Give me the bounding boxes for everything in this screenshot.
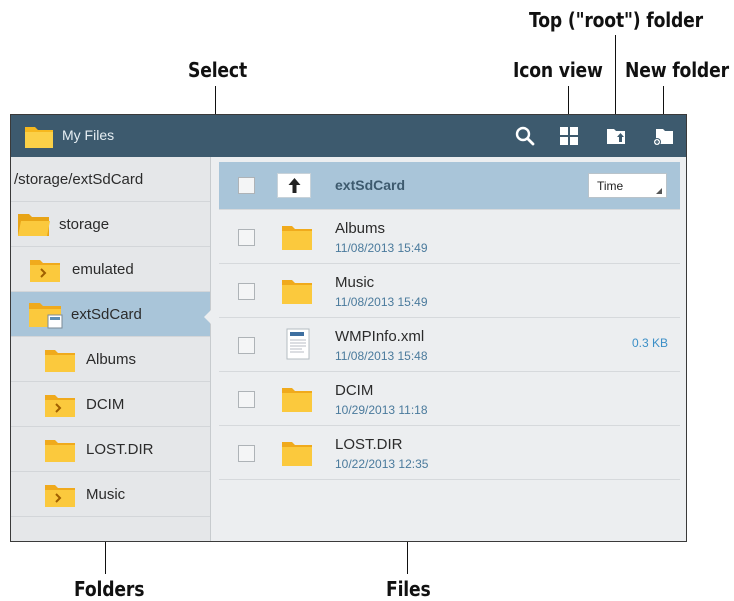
- icon-view-icon[interactable]: [557, 124, 581, 148]
- folder-arrow-icon: [45, 485, 75, 507]
- file-date: 10/29/2013 11:18: [335, 403, 428, 417]
- folder-icon: [282, 442, 312, 466]
- folder-icon: [282, 388, 312, 412]
- select-checkbox[interactable]: [238, 229, 255, 246]
- file-name: Albums: [335, 220, 386, 237]
- current-folder-row: extSdCard Time: [219, 162, 680, 210]
- select-checkbox[interactable]: [238, 445, 255, 462]
- callout-select: Select: [188, 58, 248, 82]
- my-files-app: My Files /storage/extSdCard storage emul…: [10, 114, 687, 542]
- sidebar-item-label: Albums: [86, 351, 137, 368]
- folder-tree-pane: /storage/extSdCard storage emulated extS…: [11, 157, 211, 541]
- title-bar: My Files: [11, 115, 686, 157]
- callout-folders: Folders: [74, 577, 145, 601]
- file-row-music[interactable]: Music 11/08/2013 15:49: [219, 264, 680, 318]
- select-all-checkbox[interactable]: [238, 177, 255, 194]
- sidebar-item-dcim[interactable]: DCIM: [11, 382, 210, 427]
- sidebar-item-extsdcard[interactable]: extSdCard: [11, 292, 210, 337]
- selection-pointer: [204, 309, 212, 325]
- up-arrow-icon: [288, 178, 301, 193]
- file-row-dcim[interactable]: DCIM 10/29/2013 11:18: [219, 372, 680, 426]
- sidebar-item-label: storage: [59, 216, 110, 233]
- current-folder-name: extSdCard: [335, 177, 406, 193]
- folder-icon: [45, 350, 75, 372]
- folder-icon: [45, 440, 75, 462]
- folder-arrow-icon: [45, 395, 75, 417]
- file-size: 0.3 KB: [631, 336, 668, 350]
- sidebar-item-music[interactable]: Music: [11, 472, 210, 517]
- html-file-icon: [286, 328, 310, 360]
- file-name: DCIM: [335, 382, 374, 399]
- select-checkbox[interactable]: [238, 337, 255, 354]
- file-name: LOST.DIR: [335, 436, 403, 453]
- file-date: 11/08/2013 15:49: [335, 295, 428, 309]
- leader-line-top-root: [615, 35, 616, 123]
- my-files-app-icon: [25, 127, 53, 148]
- sidebar-item-label: emulated: [72, 261, 134, 278]
- sidebar-item-albums[interactable]: Albums: [11, 337, 210, 382]
- file-row-albums[interactable]: Albums 11/08/2013 15:49: [219, 210, 680, 264]
- sidebar-item-label: DCIM: [86, 396, 125, 413]
- folder-icon: [282, 280, 312, 304]
- sort-dropdown[interactable]: Time: [588, 173, 667, 198]
- callout-top-root-folder: Top ("root") folder: [529, 8, 703, 32]
- sidebar-item-label: LOST.DIR: [86, 441, 154, 458]
- sort-dropdown-label: Time: [597, 179, 624, 193]
- app-title: My Files: [62, 127, 115, 143]
- file-date: 10/22/2013 12:35: [335, 457, 429, 471]
- file-list-pane: extSdCard Time Albums 11/08/2013 15:49 M…: [219, 157, 686, 541]
- file-name: WMPInfo.xml: [335, 328, 425, 345]
- folder-icon: [282, 226, 312, 250]
- top-root-folder-icon[interactable]: [604, 124, 628, 148]
- current-path: /storage/extSdCard: [11, 157, 210, 202]
- folder-open-icon: [18, 214, 50, 236]
- dropdown-arrow-icon: [656, 188, 662, 194]
- sdcard-folder-icon: [29, 303, 63, 329]
- file-date: 11/08/2013 15:49: [335, 241, 428, 255]
- new-folder-icon[interactable]: [651, 124, 675, 148]
- sidebar-item-emulated[interactable]: emulated: [11, 247, 210, 292]
- sidebar-item-label: Music: [86, 486, 126, 503]
- select-checkbox[interactable]: [238, 391, 255, 408]
- callout-files: Files: [386, 577, 431, 601]
- select-checkbox[interactable]: [238, 283, 255, 300]
- file-name: Music: [335, 274, 375, 291]
- current-path-label: /storage/extSdCard: [14, 171, 144, 188]
- folder-arrow-icon: [30, 260, 60, 282]
- search-icon[interactable]: [513, 124, 537, 148]
- file-row-wmpinfo[interactable]: WMPInfo.xml 11/08/2013 15:48 0.3 KB: [219, 318, 680, 372]
- file-row-lost-dir[interactable]: LOST.DIR 10/22/2013 12:35: [219, 426, 680, 480]
- file-date: 11/08/2013 15:48: [335, 349, 428, 363]
- sidebar-item-storage[interactable]: storage: [11, 202, 210, 247]
- sidebar-item-label: extSdCard: [71, 306, 142, 323]
- sidebar-item-lost-dir[interactable]: LOST.DIR: [11, 427, 210, 472]
- callout-new-folder: New folder: [625, 58, 729, 82]
- up-folder-button[interactable]: [277, 173, 311, 198]
- callout-icon-view: Icon view: [513, 58, 603, 82]
